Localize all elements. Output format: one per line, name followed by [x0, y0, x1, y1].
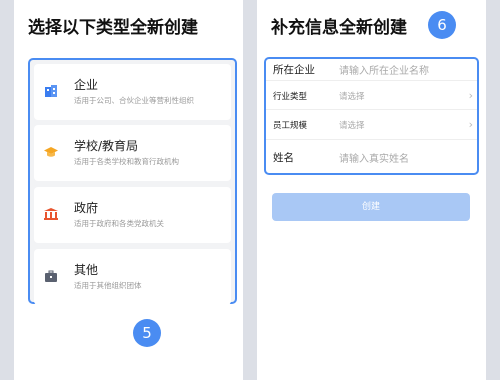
industry-select[interactable]: 请选择	[339, 90, 365, 102]
type-label: 企业	[74, 78, 99, 92]
type-desc: 适用于政府和各类党政机关	[74, 219, 164, 228]
type-desc: 适用于其他组织团体	[74, 281, 142, 290]
type-item-enterprise[interactable]: 企业 适用于公司、合伙企业等营利性组织	[34, 64, 231, 120]
size-select[interactable]: 请选择	[339, 119, 365, 131]
form-title: 补充信息全新创建	[271, 18, 407, 38]
type-list: 企业 适用于公司、合伙企业等营利性组织 学校/教育局 适用于各类学校和教育行政机…	[28, 58, 237, 305]
type-label: 学校/教育局	[74, 139, 139, 153]
type-desc: 适用于公司、合伙企业等营利性组织	[74, 96, 194, 105]
company-label: 所在企业	[273, 64, 315, 76]
type-label: 政府	[74, 201, 99, 215]
type-label: 其他	[74, 263, 99, 277]
info-form: 所在企业 请输入所在企业名称 行业类型 请选择 › 员工规模 请选择 › 姓名 …	[264, 57, 479, 175]
type-item-government[interactable]: 政府 适用于政府和各类党政机关	[34, 187, 231, 243]
chevron-right-icon: ›	[468, 89, 473, 102]
name-field-row[interactable]: 姓名 请输入真实姓名	[266, 140, 477, 173]
company-input[interactable]: 请输入所在企业名称	[339, 62, 429, 77]
name-input[interactable]: 请输入真实姓名	[339, 150, 409, 165]
type-desc: 适用于各类学校和教育行政机构	[74, 157, 179, 166]
step-badge: 5	[133, 319, 161, 347]
type-item-school[interactable]: 学校/教育局 适用于各类学校和教育行政机构	[34, 125, 231, 181]
chevron-right-icon: ›	[468, 118, 473, 131]
building-icon	[45, 85, 57, 97]
type-select-panel: 选择以下类型全新创建 企业 适用于公司、合伙企业等营利性组织 学校/教育局 适用…	[14, 0, 243, 380]
create-button[interactable]: 创建	[272, 193, 470, 221]
industry-field-row[interactable]: 行业类型 请选择 ›	[266, 81, 477, 110]
type-item-other[interactable]: 其他 适用于其他组织团体	[34, 249, 231, 305]
size-label: 员工规模	[273, 121, 308, 131]
info-form-panel: 补充信息全新创建 所在企业 请输入所在企业名称 行业类型 请选择 › 员工规模 …	[257, 0, 486, 380]
briefcase-icon	[45, 270, 57, 282]
graduation-cap-icon	[44, 147, 58, 157]
page-title: 选择以下类型全新创建	[28, 18, 198, 38]
name-label: 姓名	[273, 152, 294, 164]
size-field-row[interactable]: 员工规模 请选择 ›	[266, 110, 477, 140]
government-building-icon	[44, 208, 58, 220]
step-badge: 6	[428, 11, 456, 39]
company-field-row[interactable]: 所在企业 请输入所在企业名称	[266, 59, 477, 81]
industry-label: 行业类型	[273, 92, 308, 102]
